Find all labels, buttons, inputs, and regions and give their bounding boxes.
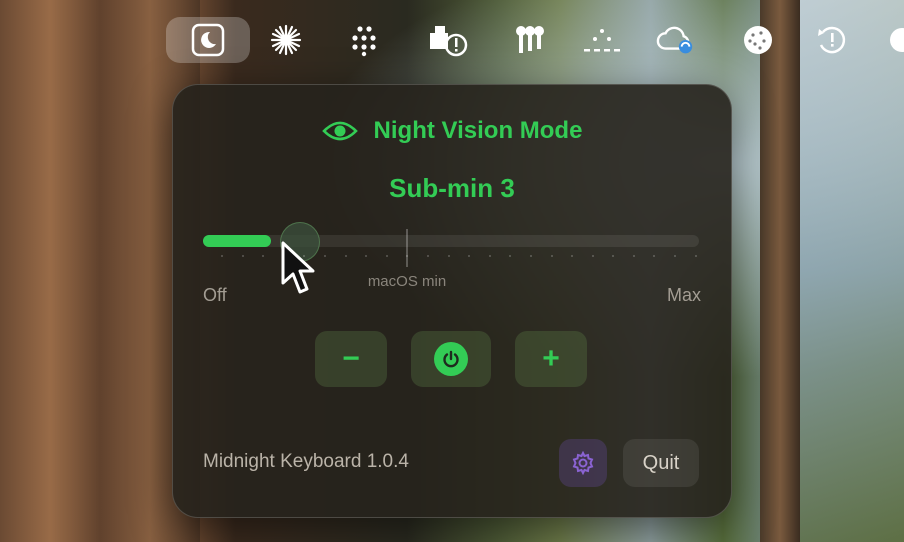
menubar (0, 0, 904, 80)
package-alert-icon (430, 26, 468, 57)
cookie-icon (744, 26, 772, 54)
mouse-cursor-icon (281, 241, 315, 294)
cloud-sync-menubar-item[interactable] (656, 20, 696, 60)
power-button[interactable] (411, 331, 491, 387)
cloud-sync-icon (656, 26, 693, 54)
circle-partial-icon (890, 28, 904, 52)
slider-tick (529, 255, 532, 257)
increase-button[interactable]: + (515, 331, 587, 387)
power-icon (434, 342, 468, 376)
slider-fill (203, 235, 271, 247)
macos-min-marker (406, 229, 408, 267)
starburst-menubar-item[interactable] (266, 20, 306, 60)
slider-tick (509, 255, 512, 257)
slider-tick (241, 255, 244, 257)
slider-tick (221, 255, 223, 257)
slider-tick (550, 255, 553, 257)
slider-tick (323, 255, 326, 257)
tree-trunk-left (0, 0, 200, 542)
slider-tick (674, 255, 677, 257)
night-vision-panel: Night Vision Mode Sub-min 3 macOS min Of… (172, 84, 732, 518)
slider-tick (612, 255, 615, 257)
keys-icon (516, 26, 544, 53)
dots-dashed-icon (584, 29, 620, 52)
slider-tick (426, 255, 429, 257)
slider-max-label: Max (666, 285, 701, 305)
slider-tick (632, 255, 635, 257)
moon-icon (191, 23, 225, 57)
slider-tick (653, 255, 656, 257)
gear-icon (572, 451, 594, 475)
slider-tick (447, 255, 450, 257)
quit-button[interactable]: Quit (623, 439, 699, 487)
slider-tick (385, 255, 388, 257)
panel-header: Night Vision Mode (173, 117, 731, 145)
panel-title: Night Vision Mode (373, 117, 583, 144)
slider-tick (406, 255, 409, 257)
settings-button[interactable] (559, 439, 607, 487)
clock-alert-menubar-item[interactable] (812, 20, 852, 60)
package-alert-menubar-item[interactable] (428, 20, 468, 60)
app-version-label: Midnight Keyboard 1.0.4 (203, 451, 409, 472)
slider-min-label: Off (203, 285, 227, 305)
sky-patch (800, 0, 904, 542)
circle-partial-menubar-item[interactable] (880, 20, 904, 60)
slider-tick (468, 255, 471, 257)
starburst-icon (270, 24, 302, 56)
night-mode-menubar-item[interactable] (166, 17, 250, 63)
dots-grid-icon (352, 26, 376, 57)
slider-tick (591, 255, 594, 257)
eye-icon (321, 121, 358, 141)
slider-tick (365, 255, 368, 257)
cookie-menubar-item[interactable] (738, 20, 778, 60)
brightness-slider[interactable] (203, 222, 699, 262)
dots-dashed-menubar-item[interactable] (582, 20, 622, 60)
decrease-button[interactable]: − (315, 331, 387, 387)
brightness-level-label: Sub-min 3 (389, 173, 515, 203)
slider-tick (571, 255, 574, 257)
slider-tick (694, 255, 697, 257)
keys-menubar-item[interactable] (510, 20, 550, 60)
tree-trunk-right (760, 0, 800, 542)
dots-grid-menubar-item[interactable] (346, 20, 386, 60)
slider-tick (488, 255, 491, 257)
slider-tick (344, 255, 347, 257)
macos-min-label: macOS min (367, 273, 447, 290)
clock-alert-icon (818, 26, 846, 54)
slider-tick (262, 255, 265, 257)
